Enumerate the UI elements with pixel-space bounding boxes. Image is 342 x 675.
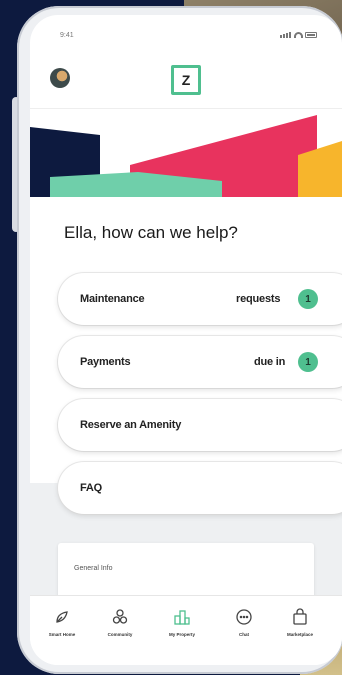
maintenance-label: Maintenance	[80, 293, 145, 305]
chat-icon	[236, 609, 252, 625]
app-screen: 9:41 Z Ella, how can we help? Maintenanc…	[30, 15, 342, 665]
app-header: Z	[30, 63, 342, 109]
tab-my-property[interactable]: My Property	[154, 608, 210, 637]
payments-status: due in	[254, 356, 286, 368]
app-logo: Z	[171, 65, 201, 95]
tab-marketplace[interactable]: Marketplace	[272, 608, 328, 637]
tab-smart-home-label: Smart Home	[48, 632, 76, 637]
maintenance-badge: 1	[298, 289, 318, 309]
status-icons	[280, 31, 317, 38]
payments-label: Payments	[80, 356, 131, 368]
wifi-icon	[294, 32, 303, 38]
community-icon	[112, 609, 128, 624]
signal-icon	[280, 31, 292, 38]
payments-button[interactable]: Payments due in 1	[58, 336, 342, 388]
general-info-title: General Info	[74, 565, 113, 572]
greeting-title: Ella, how can we help?	[64, 223, 238, 242]
my-property-icon	[174, 610, 190, 625]
tab-chat-label: Chat	[239, 632, 249, 637]
status-bar: 9:41	[30, 15, 342, 45]
smart-home-icon	[56, 611, 68, 623]
faq-label: FAQ	[80, 482, 103, 494]
faq-button[interactable]: FAQ	[58, 462, 342, 514]
logo-letter: Z	[181, 72, 191, 88]
maintenance-status: requests	[236, 293, 281, 305]
tab-chat[interactable]: Chat	[216, 608, 272, 637]
tab-marketplace-label: Marketplace	[286, 632, 313, 637]
avatar[interactable]	[50, 68, 70, 88]
hero-banner	[30, 115, 342, 197]
tab-smart-home[interactable]: Smart Home	[34, 608, 90, 637]
reserve-amenity-label: Reserve an Amenity	[80, 419, 182, 431]
marketplace-icon	[293, 608, 307, 625]
tab-my-property-label: My Property	[168, 632, 195, 637]
bottom-tab-bar: Smart Home Community My Property Chat Ma…	[30, 595, 342, 665]
battery-icon	[305, 32, 317, 38]
maintenance-button[interactable]: Maintenance requests 1	[58, 273, 342, 325]
tab-community[interactable]: Community	[92, 608, 148, 637]
payments-badge: 1	[298, 352, 318, 372]
tab-community-label: Community	[107, 632, 133, 637]
status-time: 9:41	[60, 32, 74, 39]
reserve-amenity-button[interactable]: Reserve an Amenity	[58, 399, 342, 451]
